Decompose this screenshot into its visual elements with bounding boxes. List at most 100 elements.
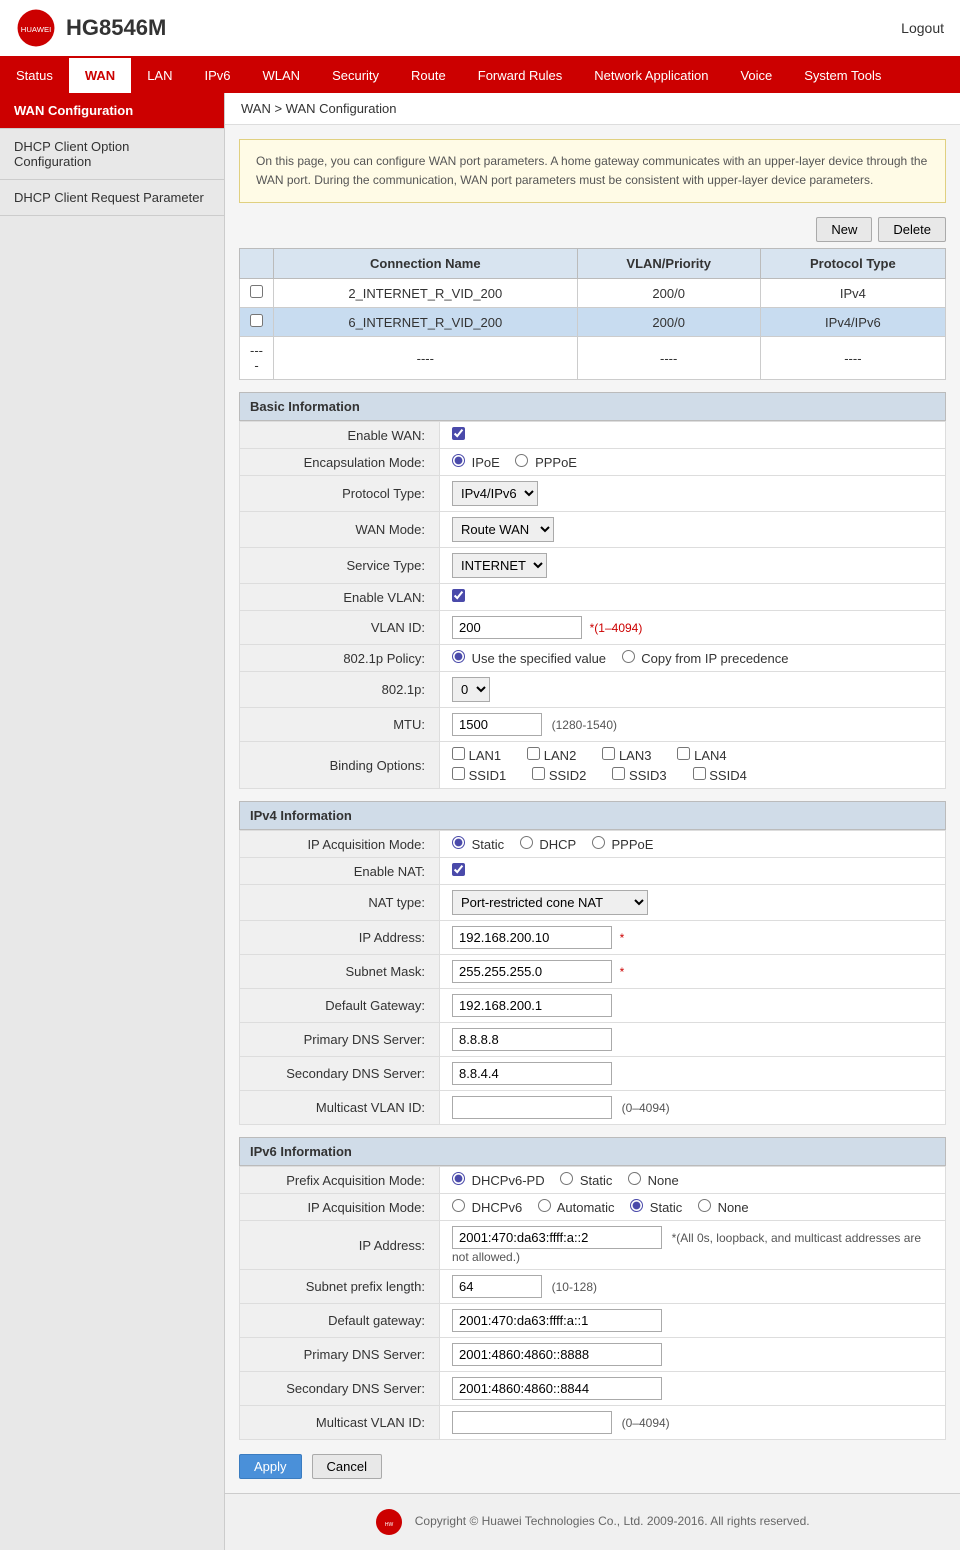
ipv4-info-table: IP Acquisition Mode: Static DHCP PPPoE E… [239,830,946,1125]
nav-ipv6[interactable]: IPv6 [189,58,247,93]
ssid4-label[interactable]: SSID4 [693,767,747,783]
ipv6-gateway-input[interactable] [452,1309,662,1332]
nav-voice[interactable]: Voice [724,58,788,93]
ipv6-primary-dns-input[interactable] [452,1343,662,1366]
ssid1-label[interactable]: SSID1 [452,767,506,783]
nav-network-application[interactable]: Network Application [578,58,724,93]
dot1p-select[interactable]: 0 1 2 3 4 5 6 7 [452,677,490,702]
logo-area: HUAWEI HG8546M [16,8,166,48]
cancel-button[interactable]: Cancel [312,1454,382,1479]
lan2-checkbox[interactable] [527,747,540,760]
copy-ip-label[interactable]: Copy from IP precedence [622,651,789,666]
lan3-label[interactable]: LAN3 [602,747,651,763]
ipv6-addr-input[interactable] [452,1226,662,1249]
dhcpv6-label[interactable]: DHCPv6 [452,1200,522,1215]
vlan-id-input[interactable] [452,616,582,639]
ssid3-checkbox[interactable] [612,767,625,780]
dhcp-radio[interactable] [520,836,533,849]
ipv6-none-radio[interactable] [698,1199,711,1212]
subnet-prefix-input[interactable] [452,1275,542,1298]
binding-lan-line: LAN1 LAN2 LAN3 LAN4 [452,747,935,763]
dhcpv6pd-label[interactable]: DHCPv6-PD [452,1173,545,1188]
ipv6-primary-dns-row: Primary DNS Server: [240,1338,946,1372]
dhcpv6-radio[interactable] [452,1199,465,1212]
primary-dns-input[interactable] [452,1028,612,1051]
row2-checkbox[interactable] [250,314,263,327]
row3-name: ---- [274,337,578,380]
prefix-static-label[interactable]: Static [560,1173,612,1188]
copy-ip-radio[interactable] [622,650,635,663]
mtu-input[interactable] [452,713,542,736]
use-specified-radio[interactable] [452,650,465,663]
gateway-input[interactable] [452,994,612,1017]
nav-system-tools[interactable]: System Tools [788,58,897,93]
ipv6-info-title: IPv6 Information [239,1137,946,1166]
wan-mode-select[interactable]: Route WAN Bridge WAN [452,517,554,542]
encap-pppoe-label[interactable]: PPPoE [515,455,577,470]
protocol-select[interactable]: IPv4/IPv6 IPv4 IPv6 [452,481,538,506]
nav-wan[interactable]: WAN [69,58,131,93]
ssid4-checkbox[interactable] [693,767,706,780]
ipv4-addr-input[interactable] [452,926,612,949]
apply-button[interactable]: Apply [239,1454,302,1479]
lan3-checkbox[interactable] [602,747,615,760]
lan4-checkbox[interactable] [677,747,690,760]
logout-button[interactable]: Logout [901,20,944,36]
row1-checkbox[interactable] [250,285,263,298]
lan1-label[interactable]: LAN1 [452,747,501,763]
service-select[interactable]: INTERNET TR069 VOIP OTHER [452,553,547,578]
prefix-static-radio[interactable] [560,1172,573,1185]
new-button[interactable]: New [816,217,872,242]
lan2-label[interactable]: LAN2 [527,747,576,763]
sidebar-item-wan-config[interactable]: WAN Configuration [0,93,224,129]
enable-vlan-checkbox[interactable] [452,589,465,602]
pppoe-radio[interactable] [592,836,605,849]
ipv6-static-label[interactable]: Static [630,1200,682,1215]
use-specified-label[interactable]: Use the specified value [452,651,610,666]
static-radio[interactable] [452,836,465,849]
gateway-row: Default Gateway: [240,989,946,1023]
nav-lan[interactable]: LAN [131,58,188,93]
dhcp-label[interactable]: DHCP [520,837,576,852]
encap-pppoe-radio[interactable] [515,454,528,467]
ipv6-static-radio[interactable] [630,1199,643,1212]
ssid1-checkbox[interactable] [452,767,465,780]
encap-ipoe-label[interactable]: IPoE [452,455,503,470]
nav-route[interactable]: Route [395,58,462,93]
multicast-vlan-input[interactable] [452,1096,612,1119]
auto-radio[interactable] [538,1199,551,1212]
enable-wan-checkbox[interactable] [452,427,465,440]
enable-nat-checkbox[interactable] [452,863,465,876]
table-row[interactable]: 6_INTERNET_R_VID_200 200/0 IPv4/IPv6 [240,308,946,337]
nav-security[interactable]: Security [316,58,395,93]
row3-protocol: ---- [760,337,945,380]
nav-wlan[interactable]: WLAN [247,58,317,93]
lan1-checkbox[interactable] [452,747,465,760]
sidebar-item-dhcp-option[interactable]: DHCP Client Option Configuration [0,129,224,180]
lan4-label[interactable]: LAN4 [677,747,726,763]
nat-type-select[interactable]: Port-restricted cone NAT Full cone NAT A… [452,890,648,915]
dhcpv6pd-radio[interactable] [452,1172,465,1185]
ssid2-label[interactable]: SSID2 [532,767,586,783]
table-row[interactable]: 2_INTERNET_R_VID_200 200/0 IPv4 [240,279,946,308]
sidebar-item-dhcp-request[interactable]: DHCP Client Request Parameter [0,180,224,216]
secondary-dns-input[interactable] [452,1062,612,1085]
subnet-mask-input[interactable] [452,960,612,983]
ssid3-label[interactable]: SSID3 [612,767,666,783]
prefix-none-radio[interactable] [628,1172,641,1185]
pppoe-label[interactable]: PPPoE [592,837,654,852]
ipv6-none-label[interactable]: None [698,1200,749,1215]
multicast-hint: (0–4094) [622,1101,670,1115]
prefix-none-label[interactable]: None [628,1173,679,1188]
ipv4-acq-row: IP Acquisition Mode: Static DHCP PPPoE [240,831,946,858]
auto-label[interactable]: Automatic [538,1200,615,1215]
ssid2-checkbox[interactable] [532,767,545,780]
static-label[interactable]: Static [452,837,504,852]
nav-forward-rules[interactable]: Forward Rules [462,58,579,93]
nav-status[interactable]: Status [0,58,69,93]
ipv6-secondary-dns-input[interactable] [452,1377,662,1400]
delete-button[interactable]: Delete [878,217,946,242]
ipv6-gateway-row: Default gateway: [240,1304,946,1338]
encap-ipoe-radio[interactable] [452,454,465,467]
ipv6-multicast-input[interactable] [452,1411,612,1434]
